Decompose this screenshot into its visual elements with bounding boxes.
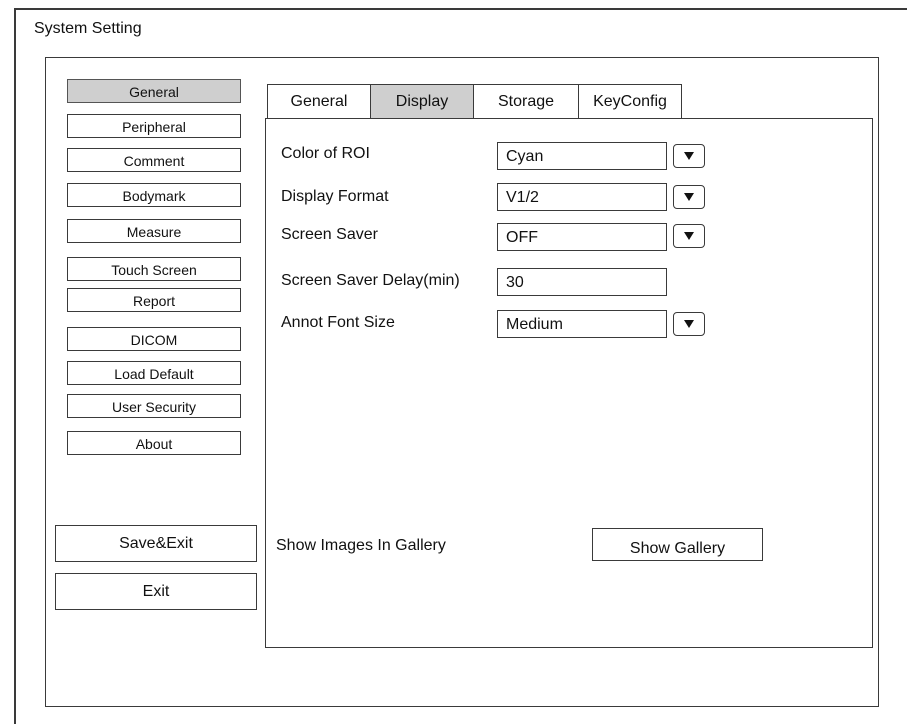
- annot-font-size-dropdown-button[interactable]: [673, 312, 705, 336]
- sidebar-item-general[interactable]: General: [67, 79, 241, 103]
- sidebar-item-measure[interactable]: Measure: [67, 219, 241, 243]
- sidebar-item-comment[interactable]: Comment: [67, 148, 241, 172]
- sidebar-item-dicom[interactable]: DICOM: [67, 327, 241, 351]
- screen-saver-dropdown-button[interactable]: [673, 224, 705, 248]
- color-of-roi-select[interactable]: Cyan: [497, 142, 667, 170]
- screen-saver-select[interactable]: OFF: [497, 223, 667, 251]
- sidebar-item-report[interactable]: Report: [67, 288, 241, 312]
- tab-keyconfig[interactable]: KeyConfig: [578, 84, 682, 119]
- triangle-down-icon: [684, 232, 694, 240]
- tab-general[interactable]: General: [267, 84, 371, 119]
- sidebar-item-bodymark[interactable]: Bodymark: [67, 183, 241, 207]
- sidebar-item-touch-screen[interactable]: Touch Screen: [67, 257, 241, 281]
- triangle-down-icon: [684, 152, 694, 160]
- exit-button[interactable]: Exit: [55, 573, 257, 610]
- color-of-roi-dropdown-button[interactable]: [673, 144, 705, 168]
- annot-font-size-select[interactable]: Medium: [497, 310, 667, 338]
- save-exit-button[interactable]: Save&Exit: [55, 525, 257, 562]
- triangle-down-icon: [684, 320, 694, 328]
- sidebar-item-user-security[interactable]: User Security: [67, 394, 241, 418]
- gallery-label: Show Images In Gallery: [276, 537, 446, 554]
- sidebar-item-peripheral[interactable]: Peripheral: [67, 114, 241, 138]
- display-format-dropdown-button[interactable]: [673, 185, 705, 209]
- screen-saver-delay-input[interactable]: 30: [497, 268, 667, 296]
- screen-saver-label: Screen Saver: [281, 226, 378, 243]
- tab-display[interactable]: Display: [370, 84, 474, 119]
- tab-storage[interactable]: Storage: [473, 84, 579, 119]
- triangle-down-icon: [684, 193, 694, 201]
- show-gallery-button[interactable]: Show Gallery: [592, 528, 763, 561]
- annot-font-size-label: Annot Font Size: [281, 314, 395, 331]
- display-format-select[interactable]: V1/2: [497, 183, 667, 211]
- sidebar-item-about[interactable]: About: [67, 431, 241, 455]
- display-format-label: Display Format: [281, 188, 389, 205]
- color-of-roi-label: Color of ROI: [281, 145, 370, 162]
- window-title: System Setting: [34, 20, 142, 37]
- sidebar-item-load-default[interactable]: Load Default: [67, 361, 241, 385]
- screen-saver-delay-label: Screen Saver Delay(min): [281, 272, 460, 289]
